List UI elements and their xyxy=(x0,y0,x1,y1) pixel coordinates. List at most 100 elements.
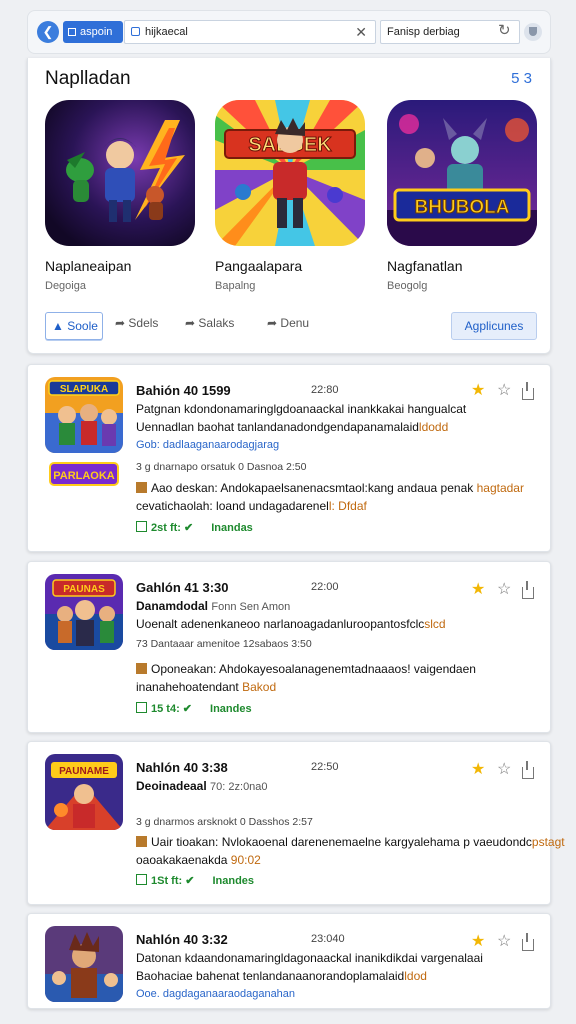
card-title[interactable]: Nahlón 40 3:38 xyxy=(136,760,228,775)
like-button[interactable]: ▲ Soole xyxy=(45,312,103,340)
card-meta: 3 g dnarmos arsknokt 0 Dasshos 2:57 xyxy=(136,816,313,828)
star-outline-icon[interactable]: ☆ xyxy=(497,931,511,951)
note-icon xyxy=(136,836,147,847)
feed-card[interactable]: PAUNAS Gahlón 41 3:30 22:00 ★ ☆ Danamdod… xyxy=(27,561,551,733)
star-icon[interactable]: ★ xyxy=(471,380,485,400)
card-text: Uennadlan baohat tanlandanadondgendapana… xyxy=(136,420,419,434)
card-status[interactable]: 15 t4: ✔ Inandes xyxy=(136,702,252,715)
share-arrow-icon: ➦ xyxy=(267,316,278,330)
close-icon[interactable]: ✕ xyxy=(355,21,367,43)
card-title[interactable]: Gahlón 41 3:30 xyxy=(136,580,228,595)
card-text-line: Datonan kdaandonamaringldagonaackal inan… xyxy=(136,951,483,965)
card-link[interactable]: Gob: dadlaaganaarodagjarag xyxy=(136,439,279,451)
card-thumbnail-image: PAUNAME xyxy=(45,754,123,830)
app-artwork[interactable] xyxy=(45,100,195,246)
share-icon[interactable] xyxy=(522,933,534,951)
star-icon[interactable]: ★ xyxy=(471,759,485,779)
card-status-label: Inandes xyxy=(210,703,252,715)
address-bar[interactable]: hijkaecal ✕ xyxy=(124,20,376,44)
star-icon[interactable]: ★ xyxy=(471,579,485,599)
featured-title: Naplladan xyxy=(45,68,131,89)
share-icon[interactable] xyxy=(522,761,534,779)
card-mini-logo-text: PARLAOKA xyxy=(53,470,115,482)
tab-label: aspoin xyxy=(80,26,113,38)
feed-card[interactable]: PAUNAME Nahlón 40 3:38 22:50 ★ ☆ Deoinad… xyxy=(27,741,565,905)
refresh-icon[interactable]: ↻ xyxy=(498,21,511,39)
star-outline-icon[interactable]: ☆ xyxy=(497,579,511,599)
card-status-label: Inandas xyxy=(211,522,253,534)
app-artwork[interactable]: BHUBOLA xyxy=(387,100,537,246)
card-note-text: cevatichaolah: loand undagadarenel xyxy=(136,499,329,513)
featured-actions: ▲ Soole ➦ Sdels ➦ Salaks ➦ Denu Agplicun… xyxy=(45,312,537,342)
share-icon[interactable] xyxy=(522,581,534,599)
card-thumbnail[interactable]: SLAPUKA xyxy=(45,377,123,453)
star-outline-icon[interactable]: ☆ xyxy=(497,759,511,779)
share-button-3[interactable]: ➦ Denu xyxy=(267,316,309,330)
card-text-line: Uoenalt adenenkaneoo narlanoagadanluroop… xyxy=(136,617,446,631)
app-banner: BHUBOLA xyxy=(415,197,510,218)
card-text: Baohaciae bahenat tenlandanaanorandoplam… xyxy=(136,969,405,983)
card-meta: 3 g dnarnapo orsatuk 0 Dasnoa 2:50 xyxy=(136,461,307,473)
card-text: Uoenalt adenenkaneoo narlanoagadanluroop… xyxy=(136,617,425,631)
card-status-value: 1St ft: xyxy=(151,875,183,887)
card-note: Oponeakan: Ahdokayesoalanagenemtadnaaaos… xyxy=(136,662,476,676)
card-thumbnail[interactable] xyxy=(45,926,123,1002)
checkbox-icon xyxy=(136,702,147,713)
card-time: 22:00 xyxy=(311,581,339,593)
lock-icon xyxy=(131,27,140,36)
applications-button[interactable]: Agplicunes xyxy=(451,312,537,340)
card-status-value: 2st ft: xyxy=(151,522,181,534)
app-name: Naplaneaipan xyxy=(45,258,132,274)
star-icon[interactable]: ★ xyxy=(471,931,485,951)
card-title[interactable]: Bahión 40 1599 xyxy=(136,383,231,398)
card-highlight: ldodd xyxy=(418,420,449,434)
card-subtitle: Danamdodal xyxy=(136,599,209,613)
card-thumbnail[interactable]: PAUNAME xyxy=(45,754,123,830)
feed-card[interactable]: Nahlón 40 3:32 23:040 ★ ☆ Datonan kdaand… xyxy=(27,913,551,1009)
app-subtitle: Beogolg xyxy=(387,280,428,292)
card-title[interactable]: Nahlón 40 3:32 xyxy=(136,932,228,947)
share-arrow-icon: ➦ xyxy=(115,316,126,330)
star-outline-icon[interactable]: ☆ xyxy=(497,380,511,400)
card-status-value: 15 t4: xyxy=(151,703,180,715)
note-icon xyxy=(136,663,147,674)
share-label-2: Salaks xyxy=(198,316,235,330)
app-subtitle: Degoiga xyxy=(45,280,86,292)
note-icon xyxy=(136,482,147,493)
checkbox-icon xyxy=(136,874,147,885)
app-artwork[interactable]: SALGEK xyxy=(215,100,365,246)
feed-card[interactable]: SLAPUKA PARLAOKA Bahión 40 1599 22:80 ★ … xyxy=(27,364,551,552)
card-note-highlight: Bakod xyxy=(242,680,277,694)
card-status-label: Inandes xyxy=(212,875,255,887)
card-highlight: ldod xyxy=(404,969,427,983)
card-subtitle: Deoinadeaal xyxy=(136,779,207,793)
card-thumbnail-image: SLAPUKA xyxy=(45,377,123,453)
card-thumbnail[interactable]: PAUNAS xyxy=(45,574,123,650)
card-text-line: Baohaciae bahenat tenlandanaanorandoplam… xyxy=(136,969,427,983)
card-note-text: inanahehoatendant xyxy=(136,680,239,694)
featured-section: Naplladan 5 3 Naplaneaipan Degoiga Panga… xyxy=(27,58,551,354)
card-status[interactable]: 1St ft: ✔ Inandes xyxy=(136,874,254,887)
card-text-line: Danamdodal Fonn Sen Amon xyxy=(136,599,290,613)
shield-icon[interactable] xyxy=(524,23,542,41)
card-note: Uair tioakan: Nvlokaoenal darenenemaelne… xyxy=(136,835,565,849)
featured-app-2[interactable]: SALGEK Pangaalapara Bapalng xyxy=(215,100,365,292)
card-text-line: Patgnan kdondonamaringlgdoanaackal inank… xyxy=(136,402,467,416)
share-button-2[interactable]: ➦ Salaks xyxy=(185,316,234,330)
card-link[interactable]: Ooe. dagdaganaaraodaganahan xyxy=(136,988,295,1000)
featured-app-1[interactable]: Naplaneaipan Degoiga xyxy=(45,100,195,292)
share-icon[interactable] xyxy=(522,382,534,400)
card-status[interactable]: 2st ft: ✔ Inandas xyxy=(136,521,253,534)
featured-app-3[interactable]: BHUBOLA Nagfanatlan Beogolg xyxy=(387,100,537,292)
app-artwork-image xyxy=(45,100,195,246)
card-highlight: slcd xyxy=(424,617,446,631)
app-artwork-image: SALGEK xyxy=(215,100,365,246)
address-text: hijkaecal xyxy=(145,26,188,38)
card-logo-text: PAUNAS xyxy=(63,584,105,595)
browser-tab[interactable]: aspoin xyxy=(63,21,123,43)
card-time: 22:80 xyxy=(311,384,339,396)
back-icon[interactable]: ❮ xyxy=(37,21,59,43)
share-button-1[interactable]: ➦ Sdels xyxy=(115,316,158,330)
card-note: cevatichaolah: loand undagadarenell: Dfd… xyxy=(136,499,367,513)
featured-count[interactable]: 5 3 xyxy=(511,70,532,87)
